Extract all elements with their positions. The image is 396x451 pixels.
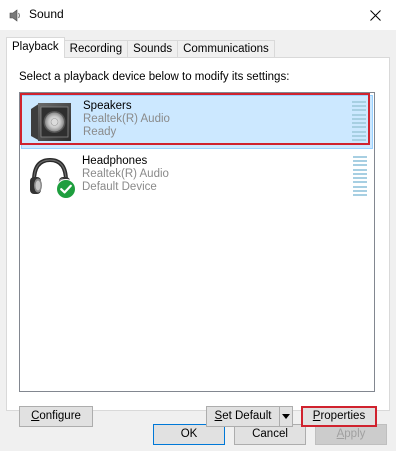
tab-strip: Playback Recording Sounds Communications [6, 37, 275, 58]
meter-bar [353, 185, 367, 188]
dialog-body: Playback Recording Sounds Communications… [0, 30, 396, 451]
meter-bar [352, 113, 366, 116]
configure-button[interactable]: Configure [19, 406, 93, 427]
cancel-button[interactable]: Cancel [234, 424, 306, 445]
tab-sounds[interactable]: Sounds [127, 40, 179, 58]
meter-bar [352, 122, 366, 125]
title-bar: Sound [0, 0, 396, 30]
meter-bar [352, 134, 366, 137]
set-default-dropdown-button[interactable] [280, 406, 293, 427]
button-label: pply [344, 428, 366, 440]
device-driver: Realtek(R) Audio [83, 113, 170, 125]
volume-meter [353, 156, 367, 196]
meter-bar [352, 117, 366, 120]
meter-bar [352, 130, 366, 133]
device-text: Headphones Realtek(R) Audio Default Devi… [82, 155, 169, 194]
meter-bar [353, 164, 367, 167]
device-name: Speakers [83, 100, 132, 112]
speaker-app-icon [9, 9, 20, 22]
meter-bar [353, 168, 367, 171]
meter-bar [352, 109, 366, 112]
button-label: onfigure [39, 410, 81, 422]
meter-bar [353, 189, 367, 192]
device-name: Headphones [82, 155, 148, 167]
checkmark-icon [56, 179, 76, 199]
meter-bar [353, 177, 367, 180]
tab-communications[interactable]: Communications [177, 40, 275, 58]
meter-bar [352, 126, 366, 129]
meter-bar [352, 138, 366, 141]
meter-bar [353, 172, 367, 175]
meter-bar [352, 105, 366, 108]
device-status: Ready [83, 126, 117, 138]
apply-button[interactable]: Apply [315, 424, 387, 445]
tab-recording[interactable]: Recording [63, 40, 129, 58]
close-button[interactable] [354, 0, 396, 30]
device-driver: Realtek(R) Audio [82, 168, 169, 180]
button-label: et Default [222, 410, 272, 422]
device-text: Speakers Realtek(R) Audio Ready [83, 100, 170, 139]
volume-meter [352, 101, 366, 141]
dropdown-arrow-icon [282, 414, 290, 419]
device-list[interactable]: Speakers Realtek(R) Audio Ready Headphon… [19, 92, 375, 392]
device-status: Default Device [82, 181, 157, 193]
instruction-text: Select a playback device below to modify… [19, 71, 290, 83]
meter-bar [353, 160, 367, 163]
ok-button[interactable]: OK [153, 424, 225, 445]
set-default-button[interactable]: Set Default [206, 406, 280, 427]
tab-playback[interactable]: Playback [6, 37, 65, 58]
device-item-speakers[interactable]: Speakers Realtek(R) Audio Ready [20, 93, 373, 149]
button-label: roperties [320, 410, 366, 422]
set-default-split-button: Set Default [206, 406, 293, 427]
device-item-headphones[interactable]: Headphones Realtek(R) Audio Default Devi… [21, 151, 373, 205]
meter-bar [353, 181, 367, 184]
meter-bar [353, 193, 367, 196]
playback-panel: Select a playback device below to modify… [6, 57, 390, 427]
meter-bar [353, 156, 367, 158]
window-title: Sound [29, 7, 64, 21]
properties-button[interactable]: Properties [301, 406, 377, 427]
close-icon [369, 9, 381, 21]
speaker-icon [31, 103, 71, 141]
meter-bar [352, 101, 366, 103]
